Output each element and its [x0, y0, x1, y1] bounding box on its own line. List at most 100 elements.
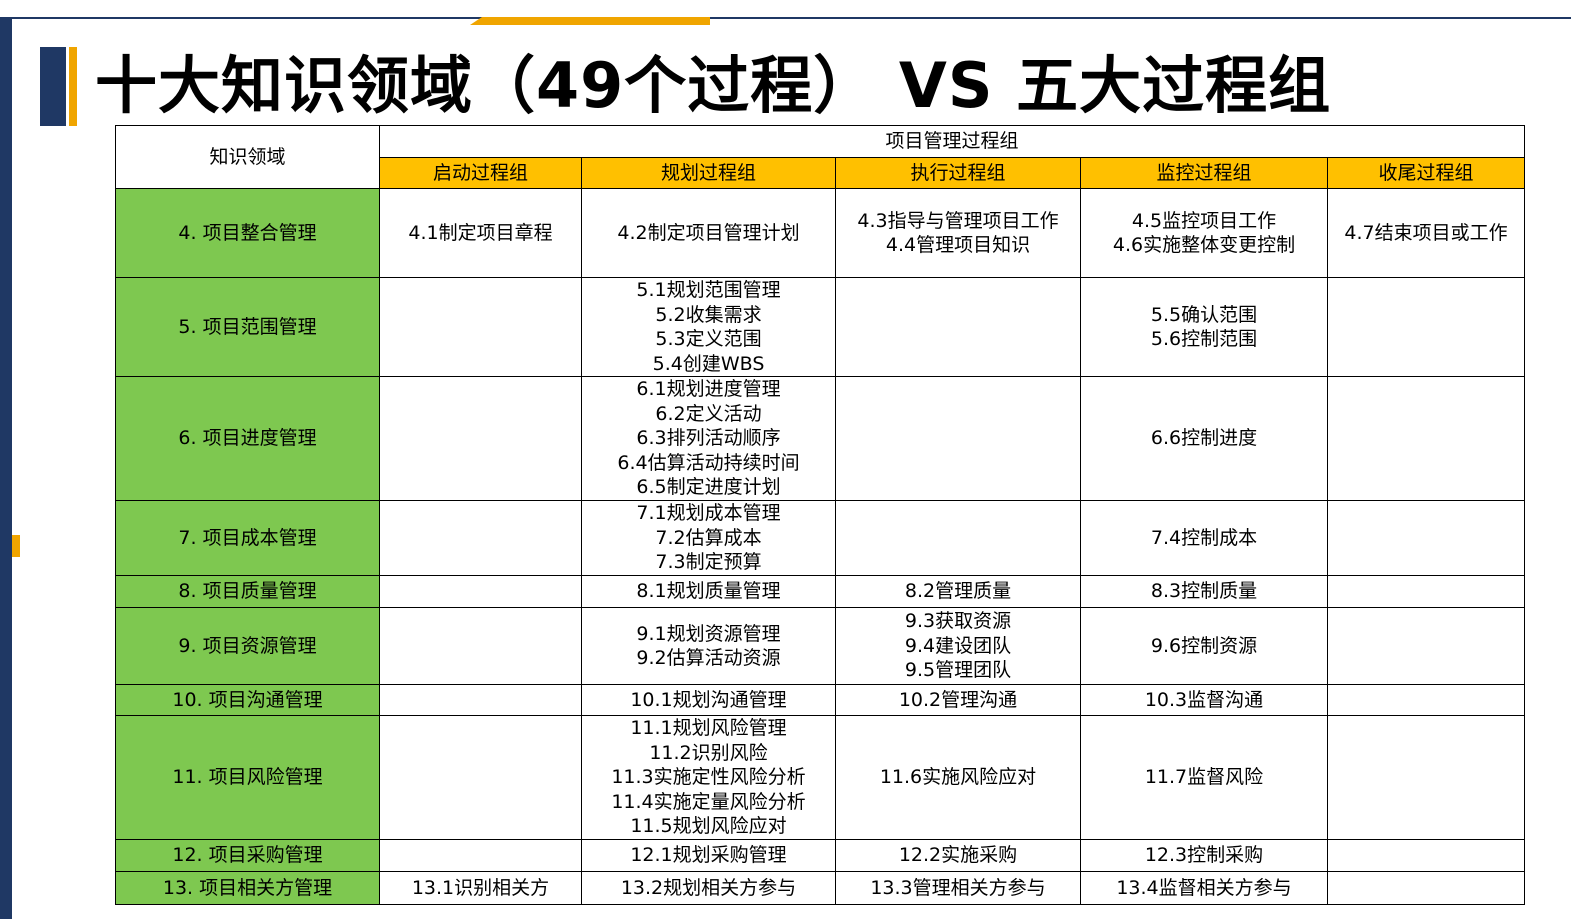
process-item: 12.1规划采购管理 [630, 844, 787, 867]
process-item: 11.6实施风险应对 [879, 766, 1037, 789]
process-cell [1326, 607, 1526, 685]
column-header: 收尾过程组 [1326, 157, 1526, 189]
process-cell: 8.3控制质量 [1080, 575, 1328, 608]
table-row: 11. 项目风险管理 11.1规划风险管理 11.2识别风险 11.3实施定性风险分析… [115, 715, 1526, 840]
table-row: 4. 项目整合管理 4.1制定项目章程 4.2制定项目管理计划 4.3指导与管理项目工… [115, 188, 1526, 278]
process-cell [379, 715, 582, 840]
process-item: 10.1规划沟通管理 [630, 688, 787, 711]
process-cell [835, 500, 1081, 576]
process-cell: 11.1规划风险管理 11.2识别风险 11.3实施定性风险分析 11.4实施定量风险… [581, 715, 836, 840]
process-item: 11.7监督风险 [1144, 766, 1264, 789]
process-item: 4.6实施整体变更控制 [1112, 234, 1296, 256]
column-header: 监控过程组 [1080, 157, 1328, 189]
process-item: 7.2估算成本 [655, 526, 762, 549]
process-item: 9.1规划资源管理 [636, 622, 781, 645]
column-header: 规划过程组 [581, 157, 836, 189]
process-item: 4.3指导与管理项目工作 [857, 209, 1059, 232]
process-item: 5.1规划范围管理 [636, 279, 781, 301]
process-item: 8.1规划质量管理 [636, 580, 781, 603]
table-row: 12. 项目采购管理 12.1规划采购管理 12.2实施采购 12.3控制采购 [115, 839, 1526, 872]
process-item: 12.2实施采购 [898, 844, 1018, 867]
process-item: 4.5监控项目工作 [1131, 209, 1277, 232]
process-cell: 4.3指导与管理项目工作 4.4管理项目知识 [835, 188, 1081, 278]
process-item: 6.2定义活动 [655, 402, 762, 425]
process-item: 6.1规划进度管理 [636, 378, 781, 401]
process-cell [379, 376, 582, 501]
table-row: 9. 项目资源管理 9.1规划资源管理 9.2估算活动资源 9.3获取资源 9.4建设团… [115, 607, 1526, 685]
table-row: 10. 项目沟通管理 10.1规划沟通管理 10.2管理沟通 10.3监督沟通 [115, 684, 1526, 716]
process-cell [379, 684, 582, 716]
process-item: 11.5规划风险应对 [630, 815, 787, 838]
process-item: 13.4监督相关方参与 [1116, 876, 1292, 899]
knowledge-area-cell: 13. 项目相关方管理 [115, 871, 380, 905]
header-process-groups: 项目管理过程组 [378, 125, 1526, 158]
title-bar-gold [69, 47, 77, 126]
process-item: 13.3管理相关方参与 [870, 876, 1046, 899]
process-item: 5.3定义范围 [655, 328, 762, 350]
process-cell [1326, 277, 1526, 377]
process-cell [835, 376, 1081, 501]
process-item: 7.3制定预算 [655, 551, 762, 574]
process-cell [835, 277, 1081, 377]
process-cell: 10.2管理沟通 [835, 684, 1081, 716]
process-cell: 6.6控制进度 [1080, 376, 1328, 501]
process-cell: 6.1规划进度管理 6.2定义活动 6.3排列活动顺序 6.4估算活动持续时间 6.5制… [581, 376, 836, 501]
process-cell: 11.6实施风险应对 [835, 715, 1081, 840]
process-item: 9.3获取资源 [904, 610, 1012, 633]
process-cell: 12.3控制采购 [1080, 839, 1328, 872]
process-item: 4.4管理项目知识 [885, 234, 1031, 256]
process-cell [1326, 871, 1526, 905]
knowledge-area-cell: 4. 项目整合管理 [115, 188, 380, 278]
process-item: 9.6控制资源 [1150, 634, 1258, 657]
knowledge-area-cell: 8. 项目质量管理 [115, 575, 380, 608]
knowledge-area-cell: 5. 项目范围管理 [115, 277, 380, 377]
process-cell: 10.1规划沟通管理 [581, 684, 836, 716]
process-cell: 12.2实施采购 [835, 839, 1081, 872]
knowledge-area-cell: 12. 项目采购管理 [115, 839, 380, 872]
process-item: 5.2收集需求 [655, 303, 762, 326]
column-header: 启动过程组 [379, 157, 582, 189]
column-header: 执行过程组 [835, 157, 1081, 189]
process-cell [379, 575, 582, 608]
process-cell: 13.4监督相关方参与 [1080, 871, 1328, 905]
process-cell: 13.3管理相关方参与 [835, 871, 1081, 905]
process-item: 11.2识别风险 [649, 741, 768, 764]
process-cell: 5.1规划范围管理 5.2收集需求 5.3定义范围 5.4创建WBS [581, 277, 836, 377]
process-cell: 8.1规划质量管理 [581, 575, 836, 608]
process-cell [1326, 684, 1526, 716]
process-cell: 8.2管理质量 [835, 575, 1081, 608]
process-cell: 4.7结束项目或工作 [1326, 188, 1526, 278]
slide-top-border [0, 17, 1571, 19]
process-item: 13.2规划相关方参与 [620, 876, 797, 899]
process-item: 9.5管理团队 [904, 659, 1012, 682]
process-cell: 12.1规划采购管理 [581, 839, 836, 872]
process-item: 6.5制定进度计划 [636, 476, 781, 499]
process-item: 8.3控制质量 [1150, 580, 1258, 603]
process-cell: 10.3监督沟通 [1080, 684, 1328, 716]
process-cell [379, 500, 582, 576]
knowledge-area-cell: 10. 项目沟通管理 [115, 684, 380, 716]
title-bar-blue [40, 47, 66, 126]
left-accent-stripe [12, 535, 20, 557]
process-cell: 11.7监督风险 [1080, 715, 1328, 840]
process-item: 7.1规划成本管理 [636, 502, 781, 525]
knowledge-area-cell: 7. 项目成本管理 [115, 500, 380, 576]
process-cell: 9.6控制资源 [1080, 607, 1328, 685]
process-item: 7.4控制成本 [1150, 526, 1258, 549]
process-cell: 7.1规划成本管理 7.2估算成本 7.3制定预算 [581, 500, 836, 576]
process-item: 4.7结束项目或工作 [1344, 221, 1508, 244]
process-item: 6.4估算活动持续时间 [617, 451, 800, 474]
slide-left-border [0, 18, 12, 919]
table-row: 6. 项目进度管理 6.1规划进度管理 6.2定义活动 6.3排列活动顺序 6.4估算活… [115, 376, 1526, 501]
process-item: 6.6控制进度 [1150, 427, 1258, 450]
table-row: 5. 项目范围管理 5.1规划范围管理 5.2收集需求 5.3定义范围 5.4创建WBS… [115, 277, 1526, 377]
process-cell: 7.4控制成本 [1080, 500, 1328, 576]
process-item: 11.1规划风险管理 [630, 717, 787, 740]
process-item: 5.5确认范围 [1150, 303, 1258, 326]
process-item: 9.2估算活动资源 [636, 647, 781, 669]
process-cell [379, 607, 582, 685]
process-item: 5.4创建WBS [652, 352, 765, 375]
process-cell: 9.3获取资源 9.4建设团队 9.5管理团队 [835, 607, 1081, 685]
header-knowledge-area: 知识领域 [115, 125, 380, 189]
process-cell: 4.2制定项目管理计划 [581, 188, 836, 278]
